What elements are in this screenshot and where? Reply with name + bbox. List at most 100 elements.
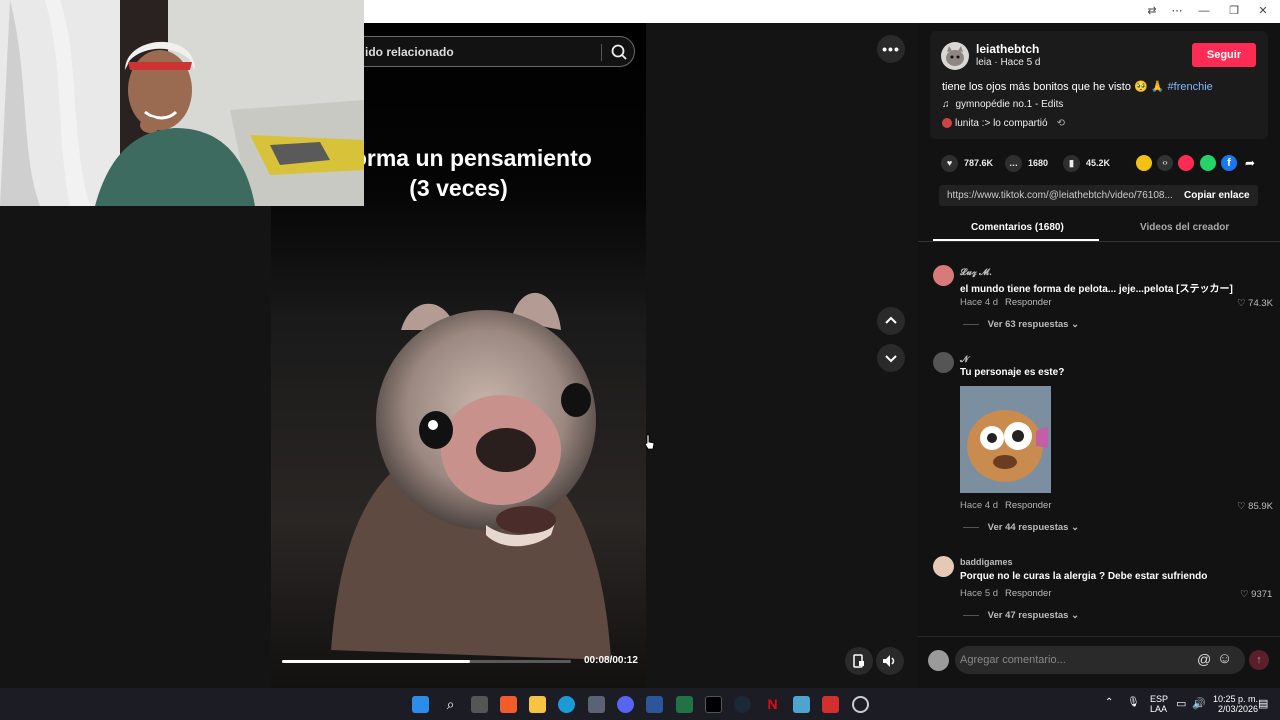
view-replies-button[interactable]: Ver 47 respuestas ⌄ — [963, 610, 1079, 621]
commenter-avatar[interactable] — [933, 265, 954, 286]
tab-creator-videos[interactable]: Videos del creador — [1140, 222, 1229, 233]
save-stat[interactable]: ▮ 45.2K — [1063, 154, 1110, 172]
comment-like[interactable]: ♡ 9371 — [1240, 589, 1272, 600]
photos-icon[interactable] — [793, 696, 810, 713]
music-title: gymnopédie no.1 - Edits — [955, 99, 1064, 110]
copy-link-button[interactable]: Copiar enlace — [1184, 190, 1250, 201]
file-explorer-icon[interactable] — [529, 696, 546, 713]
comment-author[interactable]: 𝓝 — [960, 354, 969, 365]
volume-icon[interactable]: 🔊 — [1192, 697, 1206, 710]
related-search-box[interactable]: ido relacionado — [350, 36, 635, 67]
chevron-down-icon: ⌄ — [1071, 610, 1080, 621]
comment-author[interactable]: baddigames — [960, 557, 1013, 567]
search-divider — [601, 44, 602, 61]
more-options-icon[interactable]: ⋯ — [1166, 3, 1188, 19]
comment-text: Tu personaje es este? — [960, 367, 1065, 378]
clock[interactable]: 10:25 p. m. 2/03/2026 — [1213, 694, 1258, 714]
maximize-icon[interactable]: ❐ — [1223, 3, 1245, 19]
tab-comments[interactable]: Comentarios (1680) — [971, 222, 1064, 233]
comment-input[interactable]: Agregar comentario... — [960, 654, 1066, 666]
comment-meta: Hace 4 d Responder — [960, 500, 1052, 511]
translate-icon[interactable]: ⇄ — [1141, 3, 1163, 19]
comment-stat[interactable]: … 1680 — [1005, 154, 1048, 172]
heart-outline-icon: ♡ — [1237, 501, 1246, 512]
next-video-button[interactable] — [877, 344, 905, 372]
send-to-friends-icon[interactable] — [1178, 155, 1194, 171]
tray-overflow-icon[interactable]: ⌃ — [1105, 697, 1113, 708]
edge-browser-icon[interactable] — [558, 696, 575, 713]
reply-button[interactable]: Responder — [1005, 500, 1051, 511]
music-info[interactable]: ♫ gymnopédie no.1 - Edits — [942, 99, 1063, 110]
post-comment-button[interactable]: ↑ — [1249, 650, 1269, 670]
volume-button[interactable] — [876, 647, 904, 675]
word-icon[interactable] — [646, 696, 663, 713]
comment-like-count: 74.3K — [1248, 298, 1273, 309]
reply-button[interactable]: Responder — [1005, 588, 1051, 599]
comment-like-count: 9371 — [1251, 589, 1273, 600]
search-icon[interactable] — [609, 42, 629, 62]
hashtag-link[interactable]: #frenchie — [1168, 81, 1213, 93]
comment-like[interactable]: ♡ 74.3K — [1237, 298, 1273, 309]
settings-app-icon[interactable] — [852, 696, 869, 713]
taskbar-search-icon[interactable]: ⌕ — [442, 696, 459, 713]
author-subtitle: leia · Hace 5 d — [976, 57, 1041, 68]
commenter-avatar[interactable] — [933, 556, 954, 577]
steam-icon[interactable] — [734, 696, 751, 713]
view-replies-button[interactable]: Ver 44 respuestas ⌄ — [963, 522, 1079, 533]
more-actions-button[interactable]: ••• — [877, 35, 905, 63]
comment-sticker-image[interactable] — [960, 386, 1051, 493]
facebook-icon[interactable]: f — [1221, 155, 1237, 171]
view-replies-label: Ver 63 respuestas — [987, 319, 1069, 330]
input-language[interactable]: ESP LAA — [1150, 694, 1168, 714]
gift-share-icon[interactable] — [1136, 155, 1152, 171]
pip-button[interactable] — [845, 647, 873, 675]
embed-icon[interactable]: ‹› — [1157, 155, 1173, 171]
pdf-reader-icon[interactable] — [822, 696, 839, 713]
commenter-avatar[interactable] — [933, 352, 954, 373]
comment-like-count: 85.9K — [1248, 501, 1273, 512]
emoji-icon[interactable]: ☺ — [1217, 650, 1232, 667]
comment-time: Hace 4 d — [960, 297, 999, 308]
excel-icon[interactable] — [676, 696, 693, 713]
comment-count: 1680 — [1028, 158, 1049, 168]
view-replies-button[interactable]: Ver 63 respuestas ⌄ — [963, 319, 1079, 330]
previous-video-button[interactable] — [877, 307, 905, 335]
author-username[interactable]: leiathebtch — [976, 42, 1039, 56]
video-progress-bar[interactable] — [282, 660, 571, 663]
microphone-icon[interactable]: 🎙 — [1127, 697, 1140, 708]
panel-tabs: Comentarios (1680) Videos del creador — [918, 214, 1280, 242]
screen: ⇄ ⋯ — ❐ ✕ ido relacionado forma un pensa… — [0, 0, 1280, 720]
discord-icon[interactable] — [617, 696, 634, 713]
chevron-up-icon — [885, 316, 897, 324]
heart-icon: ♥ — [941, 154, 958, 172]
netflix-icon[interactable]: N — [764, 696, 781, 713]
reply-button[interactable]: Responder — [1005, 297, 1051, 308]
heart-outline-icon: ♡ — [1240, 589, 1249, 600]
webcam-image — [0, 0, 364, 206]
network-icon[interactable]: ▭ — [1176, 697, 1186, 710]
follow-button[interactable]: Seguir — [1192, 43, 1256, 67]
tiktok-icon[interactable] — [705, 696, 722, 713]
store-icon[interactable] — [588, 696, 605, 713]
windows-start-icon[interactable] — [412, 696, 429, 713]
like-stat[interactable]: ♥ 787.6K — [941, 154, 993, 172]
minimize-icon[interactable]: — — [1193, 3, 1215, 19]
notifications-icon[interactable]: ▤ — [1258, 697, 1268, 710]
comment-author[interactable]: 𝓛𝓾𝔃 𝓜. — [960, 267, 992, 278]
close-window-icon[interactable]: ✕ — [1252, 3, 1274, 19]
comment-text: Porque no le curas la alergia ? Debe est… — [960, 571, 1208, 582]
video-link-box: https://www.tiktok.com/@leiathebtch/vide… — [939, 185, 1258, 206]
task-view-icon[interactable] — [471, 696, 488, 713]
whatsapp-icon[interactable] — [1200, 155, 1216, 171]
brave-browser-icon[interactable] — [500, 696, 517, 713]
mention-icon[interactable]: @ — [1197, 651, 1211, 667]
video-time: 00:08/00:12 — [584, 655, 638, 666]
share-arrow-icon[interactable]: ➦ — [1242, 155, 1258, 171]
shared-by: lunita :> lo compartió ⟲ — [942, 118, 1065, 129]
keyboard-layout: LAA — [1150, 704, 1168, 714]
video-url[interactable]: https://www.tiktok.com/@leiathebtch/vide… — [947, 190, 1172, 201]
comment-input-box[interactable]: Agregar comentario... @ ☺ — [955, 646, 1245, 674]
search-input[interactable]: ido relacionado — [365, 45, 454, 59]
comment-like[interactable]: ♡ 85.9K — [1237, 501, 1273, 512]
author-avatar[interactable] — [941, 42, 969, 70]
